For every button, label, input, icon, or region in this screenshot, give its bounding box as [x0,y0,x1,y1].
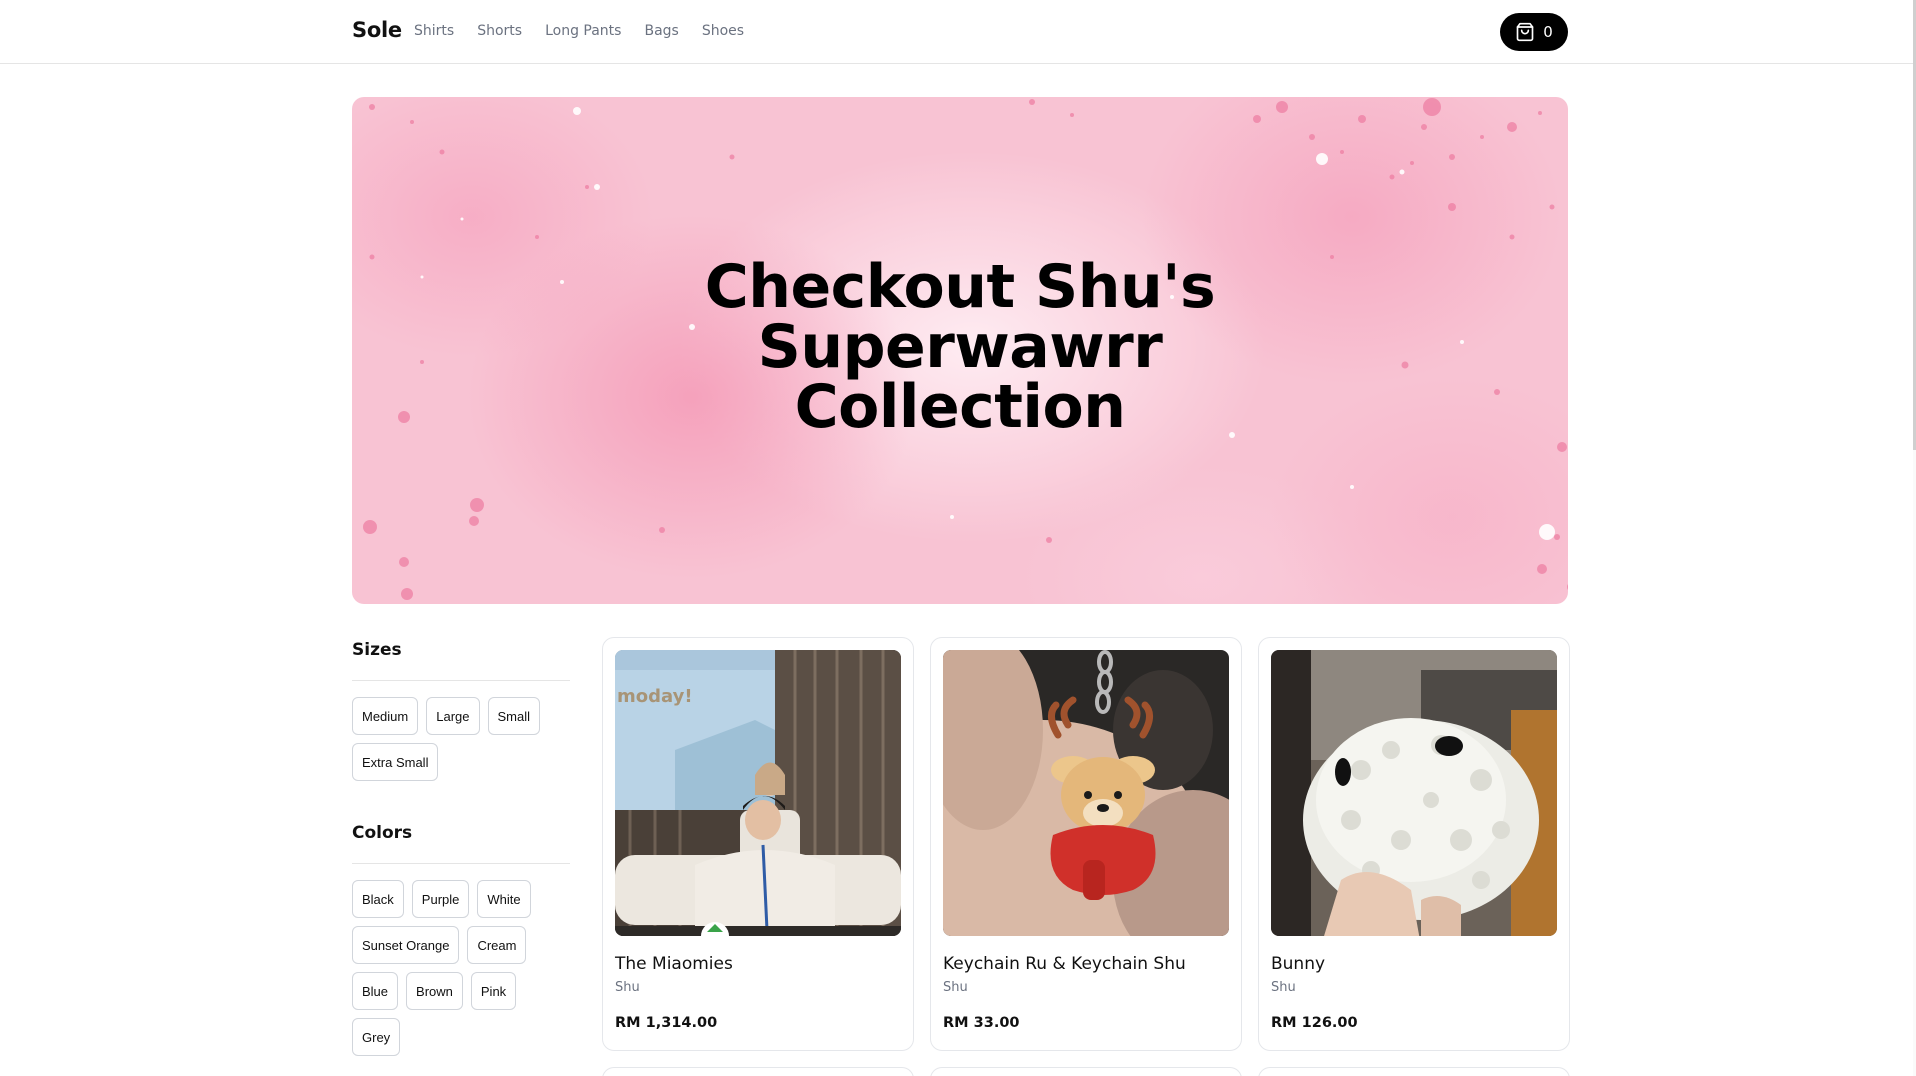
color-chip-white[interactable]: White [477,880,531,918]
product-price: RM 1,314.00 [615,1015,718,1031]
nav-link-bags[interactable]: Bags [644,23,678,39]
photo-deer-keychain [943,650,1229,936]
color-chip-blue[interactable]: Blue [352,972,399,1010]
product-price: RM 33.00 [943,1015,1020,1031]
product-grid: moday! The Miaomies Shu RM 1,314.00 Keyc… [602,637,1570,1076]
color-chip-pink[interactable]: Pink [470,972,517,1010]
photo-two-people-at-event: moday! [615,650,901,936]
size-chip-extra-small[interactable]: Extra Small [352,743,439,781]
size-options: Medium Large Small Extra Small [352,681,570,819]
filters-sidebar: Sizes Medium Large Small Extra Small Col… [352,636,570,1076]
color-chip-black[interactable]: Black [352,880,404,918]
product-name[interactable]: Keychain Ru & Keychain Shu [943,954,1229,974]
billboard-title-line: Checkout Shu's [704,252,1216,322]
svg-text:moday!: moday! [617,686,693,707]
product-card[interactable]: Keychain Ru & Keychain Shu Shu RM 33.00 [930,637,1242,1051]
product-card-partial[interactable] [930,1067,1242,1076]
product-image[interactable] [943,650,1229,936]
size-chip-large[interactable]: Large [426,697,480,735]
color-filter: Colors Black Purple White Sunset Orange … [352,819,570,1076]
site-header: Sole Shirts Shorts Long Pants Bags Shoes… [0,0,1913,64]
product-card-partial[interactable] [602,1067,914,1076]
billboard-title-line: Collection [794,372,1126,442]
color-chip-grey[interactable]: Grey [352,1018,401,1056]
color-chip-purple[interactable]: Purple [411,880,470,918]
product-image[interactable]: moday! [615,650,901,936]
cart-button[interactable]: 0 [1500,13,1568,51]
nav-link-shorts[interactable]: Shorts [477,23,522,39]
product-price: RM 126.00 [1271,1015,1358,1031]
nav-link-long-pants[interactable]: Long Pants [545,23,621,39]
color-options: Black Purple White Sunset Orange Cream B… [352,864,570,1076]
size-filter-heading: Sizes [352,636,570,681]
product-image[interactable] [1271,650,1557,936]
billboard-title-line: Superwawrr [757,312,1163,382]
nav-link-shirts[interactable]: Shirts [414,23,454,39]
color-filter-heading: Colors [352,819,570,864]
product-brand: Shu [1271,980,1296,995]
main-nav: Shirts Shorts Long Pants Bags Shoes [414,23,744,39]
product-name[interactable]: The Miaomies [615,954,901,974]
store-logo[interactable]: Sole [352,18,402,42]
product-card[interactable]: Bunny Shu RM 126.00 [1258,637,1570,1051]
billboard-title: Checkout Shu's Superwawrr Collection [352,257,1568,437]
product-name[interactable]: Bunny [1271,954,1557,974]
nav-link-shoes[interactable]: Shoes [702,23,744,39]
product-brand: Shu [943,980,968,995]
color-chip-cream[interactable]: Cream [467,926,527,964]
size-chip-small[interactable]: Small [487,697,541,735]
shopping-bag-icon [1516,22,1534,42]
hero-billboard: Checkout Shu's Superwawrr Collection [352,97,1568,604]
size-chip-medium[interactable]: Medium [352,697,419,735]
photo-fluffy-plush [1271,650,1557,936]
product-card-partial[interactable] [1258,1067,1570,1076]
size-filter: Sizes Medium Large Small Extra Small [352,636,570,819]
color-chip-sunset-orange[interactable]: Sunset Orange [352,926,460,964]
product-card[interactable]: moday! The Miaomies Shu RM 1,314.00 [602,637,914,1051]
cart-count: 0 [1543,23,1553,41]
color-chip-brown[interactable]: Brown [406,972,463,1010]
product-brand: Shu [615,980,640,995]
